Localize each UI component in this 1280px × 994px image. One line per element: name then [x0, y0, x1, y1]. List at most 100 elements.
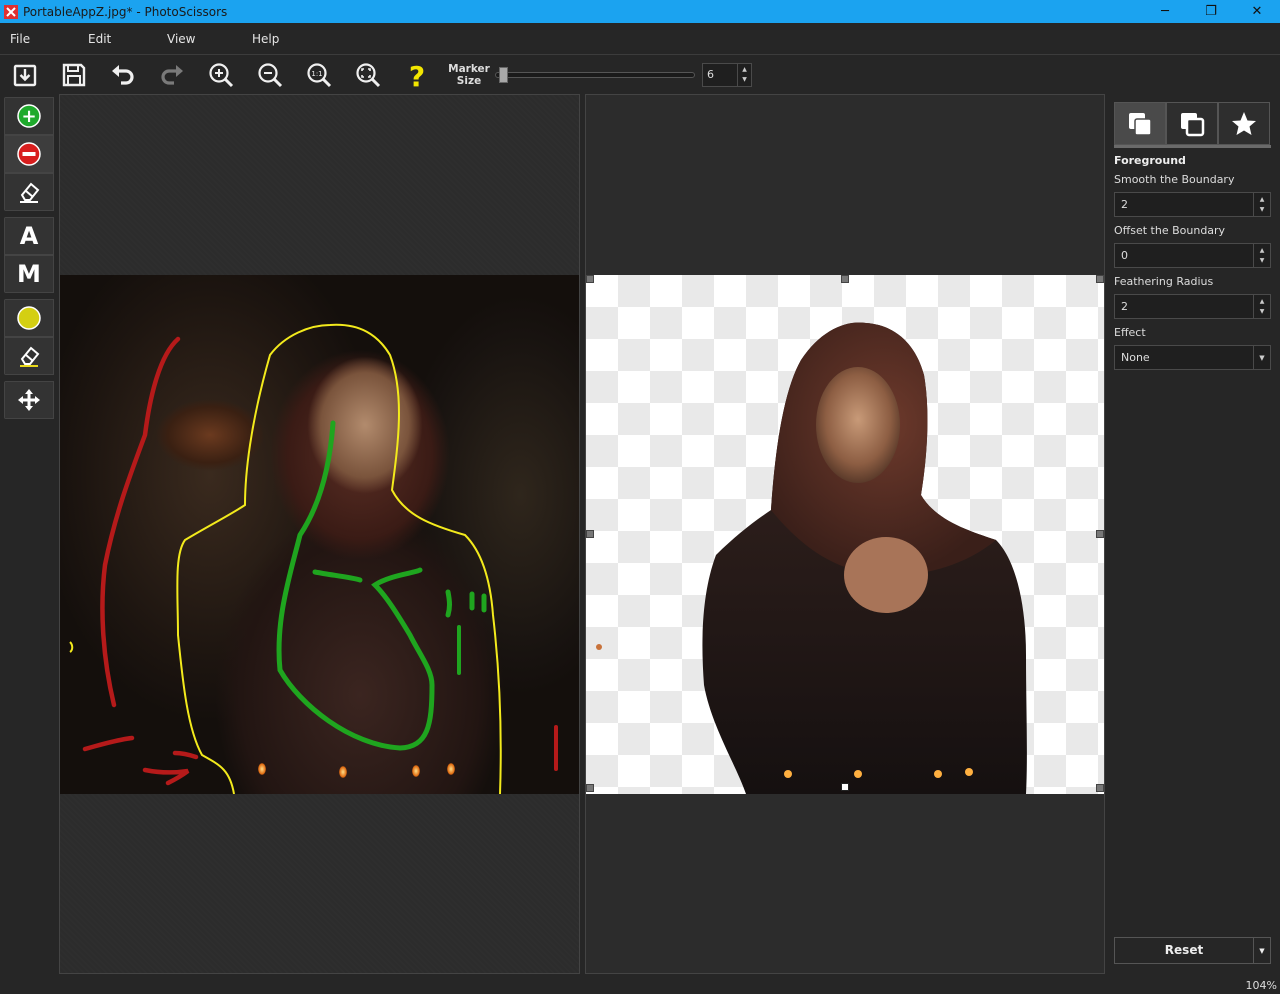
resize-handle-bottom-right[interactable] [1096, 784, 1104, 792]
effect-value[interactable]: None [1115, 346, 1253, 369]
resize-handle-top[interactable] [841, 275, 849, 283]
spin-down-icon[interactable]: ▼ [742, 75, 747, 85]
slider-thumb[interactable] [498, 67, 508, 83]
resize-handle-right[interactable] [1096, 530, 1104, 538]
zoom-actual-button[interactable]: 1:1 [294, 56, 343, 94]
mode-tools-group: A M [4, 217, 56, 293]
left-toolbox: + A M [4, 97, 56, 425]
menu-help[interactable]: Help [242, 32, 289, 46]
spin-up-icon[interactable]: ▲ [1260, 195, 1265, 205]
marker-tools-group: + [4, 97, 56, 211]
boundary-eraser-button[interactable] [4, 337, 54, 375]
reset-button[interactable]: Reset ▼ [1114, 937, 1271, 964]
resize-handle-bottom[interactable] [841, 783, 849, 791]
resize-handle-left[interactable] [586, 530, 594, 538]
minimize-button[interactable]: ─ [1142, 0, 1188, 23]
zoom-out-icon [257, 63, 282, 88]
menu-file[interactable]: File [0, 32, 78, 46]
smooth-boundary-value[interactable]: 2 [1115, 193, 1253, 216]
tab-background[interactable] [1166, 102, 1218, 145]
slider-track [495, 72, 695, 78]
help-icon: ? [408, 61, 424, 89]
toolbar: 1:1 ? Marker Size 6 ▲ ▼ [0, 56, 1280, 94]
source-image-panel[interactable] [59, 94, 580, 974]
background-icon [1181, 112, 1205, 136]
redo-icon [160, 65, 183, 85]
app-window: PortableAppZ.jpg* - PhotoScissors ─ ❐ ✕ … [0, 0, 1280, 994]
feathering-radius-label: Feathering Radius [1114, 275, 1214, 288]
marker-size-arrows[interactable]: ▲ ▼ [737, 64, 751, 86]
undo-button[interactable] [98, 56, 147, 94]
effects-icon [1232, 111, 1256, 135]
zoom-1to1-icon: 1:1 [306, 63, 331, 88]
eraser-button[interactable] [4, 173, 54, 211]
offset-boundary-value[interactable]: 0 [1115, 244, 1253, 267]
resize-handle-top-left[interactable] [586, 275, 594, 283]
boundary-eraser-icon [20, 346, 40, 367]
zoom-level: 104% [1245, 979, 1277, 992]
zoom-out-button[interactable] [245, 56, 294, 94]
marker-size-value[interactable]: 6 [703, 64, 737, 86]
boundary-marker-button[interactable] [4, 299, 54, 337]
marker-size-slider[interactable] [495, 65, 695, 85]
zoom-in-button[interactable] [196, 56, 245, 94]
tab-foreground[interactable] [1114, 102, 1166, 145]
zoom-1to1-text: 1:1 [311, 70, 322, 78]
reset-dropdown-icon[interactable]: ▼ [1253, 938, 1270, 963]
resize-handle-top-right[interactable] [1096, 275, 1104, 283]
help-glyph: ? [408, 61, 424, 89]
feathering-radius-arrows[interactable]: ▲ ▼ [1253, 295, 1270, 318]
offset-boundary-arrows[interactable]: ▲ ▼ [1253, 244, 1270, 267]
auto-mode-button[interactable]: A [4, 217, 54, 255]
close-button[interactable]: ✕ [1234, 0, 1280, 23]
marker-label-line1: Marker [448, 63, 490, 75]
add-glyph: + [21, 106, 36, 127]
marker-label-line2: Size [456, 75, 482, 87]
menu-edit[interactable]: Edit [78, 32, 157, 46]
tab-effects[interactable] [1218, 102, 1270, 145]
auto-mode-letter: A [19, 222, 39, 250]
eraser-icon [20, 182, 40, 203]
zoom-in-icon [208, 63, 233, 88]
marker-size-label: Marker Size [447, 63, 491, 87]
settings-sidebar: Foreground Smooth the Boundary 2 ▲ ▼ Offs… [1106, 94, 1280, 974]
spin-up-icon[interactable]: ▲ [1260, 246, 1265, 256]
spin-up-icon[interactable]: ▲ [742, 65, 747, 75]
resize-handle-bottom-left[interactable] [586, 784, 594, 792]
boundary-tools-group [4, 299, 56, 375]
sidebar-tabs [1114, 102, 1271, 148]
smooth-boundary-label: Smooth the Boundary [1114, 173, 1235, 186]
spin-down-icon[interactable]: ▼ [1260, 205, 1265, 215]
redo-button[interactable] [147, 56, 196, 94]
window-title: PortableAppZ.jpg* - PhotoScissors [23, 4, 228, 19]
save-button[interactable] [49, 56, 98, 94]
source-photo[interactable] [60, 275, 579, 794]
menu-view[interactable]: View [157, 32, 242, 46]
spin-down-icon[interactable]: ▼ [1260, 256, 1265, 266]
manual-mode-letter: M [17, 260, 41, 288]
fit-to-window-button[interactable] [343, 56, 392, 94]
feathering-radius-spinbox[interactable]: 2 ▲ ▼ [1114, 294, 1271, 319]
move-button[interactable] [4, 381, 54, 419]
title-bar: PortableAppZ.jpg* - PhotoScissors ─ ❐ ✕ [0, 0, 1280, 23]
open-button[interactable] [0, 56, 49, 94]
result-canvas[interactable] [586, 275, 1104, 794]
feathering-radius-value[interactable]: 2 [1115, 295, 1253, 318]
smooth-boundary-spinbox[interactable]: 2 ▲ ▼ [1114, 192, 1271, 217]
chevron-down-icon[interactable]: ▼ [1253, 346, 1270, 369]
offset-boundary-spinbox[interactable]: 0 ▲ ▼ [1114, 243, 1271, 268]
restore-button[interactable]: ❐ [1188, 0, 1234, 23]
background-marker-button[interactable] [4, 135, 54, 173]
help-button[interactable]: ? [392, 56, 441, 94]
foreground-marker-button[interactable]: + [4, 97, 54, 135]
reset-label[interactable]: Reset [1115, 938, 1253, 963]
open-icon [13, 64, 36, 87]
manual-mode-button[interactable]: M [4, 255, 54, 293]
effect-dropdown[interactable]: None ▼ [1114, 345, 1271, 370]
marker-size-spinbox[interactable]: 6 ▲ ▼ [702, 63, 752, 87]
spin-up-icon[interactable]: ▲ [1260, 297, 1265, 307]
move-icon [18, 389, 40, 411]
spin-down-icon[interactable]: ▼ [1260, 307, 1265, 317]
result-image-panel[interactable] [585, 94, 1105, 974]
smooth-boundary-arrows[interactable]: ▲ ▼ [1253, 193, 1270, 216]
